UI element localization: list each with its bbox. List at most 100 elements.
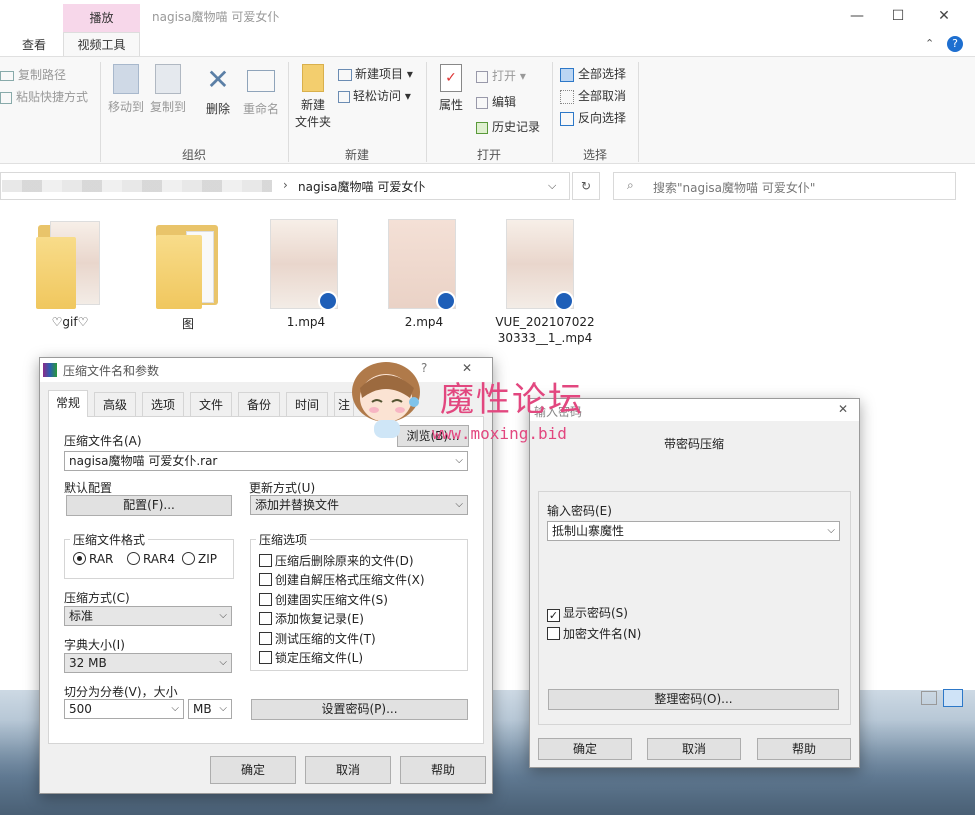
help-icon[interactable]: ? <box>947 36 963 52</box>
tab-options[interactable]: 选项 <box>142 392 184 416</box>
option-test[interactable]: 测试压缩的文件(T) <box>259 630 376 647</box>
copy-path-icon <box>0 70 14 81</box>
chevron-down-icon: ⌵ <box>219 703 227 714</box>
chevron-down-icon: ⌵ <box>171 703 179 714</box>
password-input[interactable]: 抵制山寨魔性 ⌵ <box>547 521 840 541</box>
breadcrumb-current[interactable]: nagisa魔物喵 可爱女仆 <box>298 178 425 195</box>
video-icon <box>554 291 574 311</box>
watermark-title: 魔性论坛 <box>440 380 584 420</box>
option-delete-after[interactable]: 压缩后删除原来的文件(D) <box>259 552 414 569</box>
new-item-icon <box>338 68 352 81</box>
rename-icon <box>247 70 275 92</box>
tab-view[interactable]: 查看 <box>22 36 46 53</box>
move-to-button[interactable]: 移动到 <box>108 64 144 115</box>
file-item-image-folder[interactable]: 图 <box>148 215 228 345</box>
tab-video-tools[interactable]: 视频工具 <box>63 32 140 57</box>
password-close-button[interactable]: ✕ <box>838 402 848 416</box>
file-item-video-3[interactable]: VUE_202107022 30333__1_.mp4 <box>490 215 600 350</box>
ok-button[interactable]: 确定 <box>210 756 296 784</box>
select-none-button[interactable]: 全部取消 <box>560 87 626 104</box>
dictionary-select[interactable]: 32 MB ⌵ <box>64 653 232 673</box>
ribbon-tabs <box>0 32 975 56</box>
format-rar-radio[interactable]: RAR <box>73 552 113 566</box>
refresh-button[interactable]: ↻ <box>572 172 600 200</box>
window-title: nagisa魔物喵 可爱女仆 <box>152 10 280 24</box>
close-button[interactable]: ✕ <box>921 4 967 28</box>
set-password-button[interactable]: 设置密码(P)... <box>251 699 468 720</box>
copy-to-button[interactable]: 复制到 <box>150 64 186 115</box>
history-button[interactable]: 历史记录 <box>476 118 540 135</box>
help-button[interactable]: 帮助 <box>400 756 486 784</box>
minimize-button[interactable]: — <box>834 4 880 28</box>
archive-name-input[interactable]: nagisa魔物喵 可爱女仆.rar ⌵ <box>64 451 468 471</box>
tab-general[interactable]: 常规 <box>48 390 88 417</box>
open-icon <box>476 70 488 83</box>
paste-shortcut-button[interactable]: 粘贴快捷方式 <box>0 88 88 105</box>
profiles-button[interactable]: 配置(F)... <box>66 495 232 516</box>
option-lock[interactable]: 锁定压缩文件(L) <box>259 649 363 666</box>
select-none-icon <box>560 89 574 104</box>
split-size-input[interactable]: 500 ⌵ <box>64 699 184 719</box>
update-mode-select[interactable]: 添加并替换文件 ⌵ <box>250 495 468 515</box>
maximize-button[interactable]: ☐ <box>875 4 921 28</box>
new-folder-button[interactable]: 新建 文件夹 <box>295 64 331 130</box>
chevron-up-icon[interactable]: ⌃ <box>925 37 934 50</box>
format-rar4-radio[interactable]: RAR4 <box>127 552 175 566</box>
archive-dialog-title: 压缩文件名和参数 <box>63 364 160 378</box>
video-icon <box>318 291 338 311</box>
new-item-button[interactable]: 新建项目 ▾ <box>338 65 413 82</box>
details-view-icon[interactable] <box>921 691 937 705</box>
chevron-down-icon: ⌵ <box>219 610 227 621</box>
split-unit-select[interactable]: MB ⌵ <box>188 699 232 719</box>
encrypt-filenames-checkbox[interactable]: 加密文件名(N) <box>547 625 641 642</box>
blurred-breadcrumb <box>2 180 272 192</box>
option-sfx[interactable]: 创建自解压格式压缩文件(X) <box>259 571 425 588</box>
chevron-down-icon: ⌵ <box>219 657 227 668</box>
file-item-gif-folder[interactable]: ♡gif♡ <box>30 215 110 345</box>
chevron-down-icon: ⌵ <box>455 455 463 466</box>
password-help-button[interactable]: 帮助 <box>757 738 851 760</box>
select-all-button[interactable]: 全部选择 <box>560 65 626 82</box>
group-label-organize: 组织 <box>181 148 206 162</box>
chevron-down-icon[interactable]: ⌵ <box>548 179 556 193</box>
split-volumes-label: 切分为分卷(V)，大小 <box>64 685 178 699</box>
format-zip-radio[interactable]: ZIP <box>182 552 217 566</box>
context-tab-play[interactable]: 播放 <box>63 4 140 32</box>
edit-button[interactable]: 编辑 <box>476 93 516 110</box>
tab-files[interactable]: 文件 <box>190 392 232 416</box>
open-button[interactable]: 打开 ▾ <box>476 67 526 84</box>
method-select[interactable]: 标准 ⌵ <box>64 606 232 626</box>
copy-path-button[interactable]: 复制路径 <box>0 66 66 83</box>
file-item-video-2[interactable]: 2.mp4 <box>384 215 464 345</box>
file-item-video-1[interactable]: 1.mp4 <box>266 215 346 345</box>
default-profile-label: 默认配置 <box>64 481 113 495</box>
paste-icon <box>0 91 12 104</box>
password-heading: 带密码压缩 <box>664 437 725 451</box>
options-group-label: 压缩选项 <box>256 531 311 548</box>
archive-name-label: 压缩文件名(A) <box>64 434 142 448</box>
rename-button[interactable]: 重命名 <box>242 64 280 117</box>
update-mode-label: 更新方式(U) <box>249 481 316 495</box>
easy-access-button[interactable]: 轻松访问 ▾ <box>338 87 411 104</box>
invert-selection-icon <box>560 111 574 126</box>
dictionary-label: 字典大小(I) <box>64 638 125 652</box>
cancel-button[interactable]: 取消 <box>305 756 391 784</box>
delete-button[interactable]: ✕ 删除 <box>203 64 233 117</box>
organize-passwords-button[interactable]: 整理密码(O)... <box>548 689 839 710</box>
option-solid[interactable]: 创建固实压缩文件(S) <box>259 591 388 608</box>
format-group-label: 压缩文件格式 <box>70 531 149 548</box>
password-cancel-button[interactable]: 取消 <box>647 738 741 760</box>
history-icon <box>476 121 488 134</box>
invert-selection-button[interactable]: 反向选择 <box>560 109 626 126</box>
properties-button[interactable]: ✓ 属性 <box>436 64 466 113</box>
copy-to-icon <box>155 64 181 94</box>
tab-backup[interactable]: 备份 <box>238 392 280 416</box>
show-password-checkbox[interactable]: ✓ 显示密码(S) <box>547 604 628 622</box>
option-recovery[interactable]: 添加恢复记录(E) <box>259 610 364 627</box>
folder-icon <box>302 64 324 92</box>
select-all-icon <box>560 67 574 82</box>
tab-advanced[interactable]: 高级 <box>94 392 136 416</box>
large-icons-view-icon[interactable] <box>943 689 963 707</box>
tab-time[interactable]: 时间 <box>286 392 328 416</box>
password-ok-button[interactable]: 确定 <box>538 738 632 760</box>
